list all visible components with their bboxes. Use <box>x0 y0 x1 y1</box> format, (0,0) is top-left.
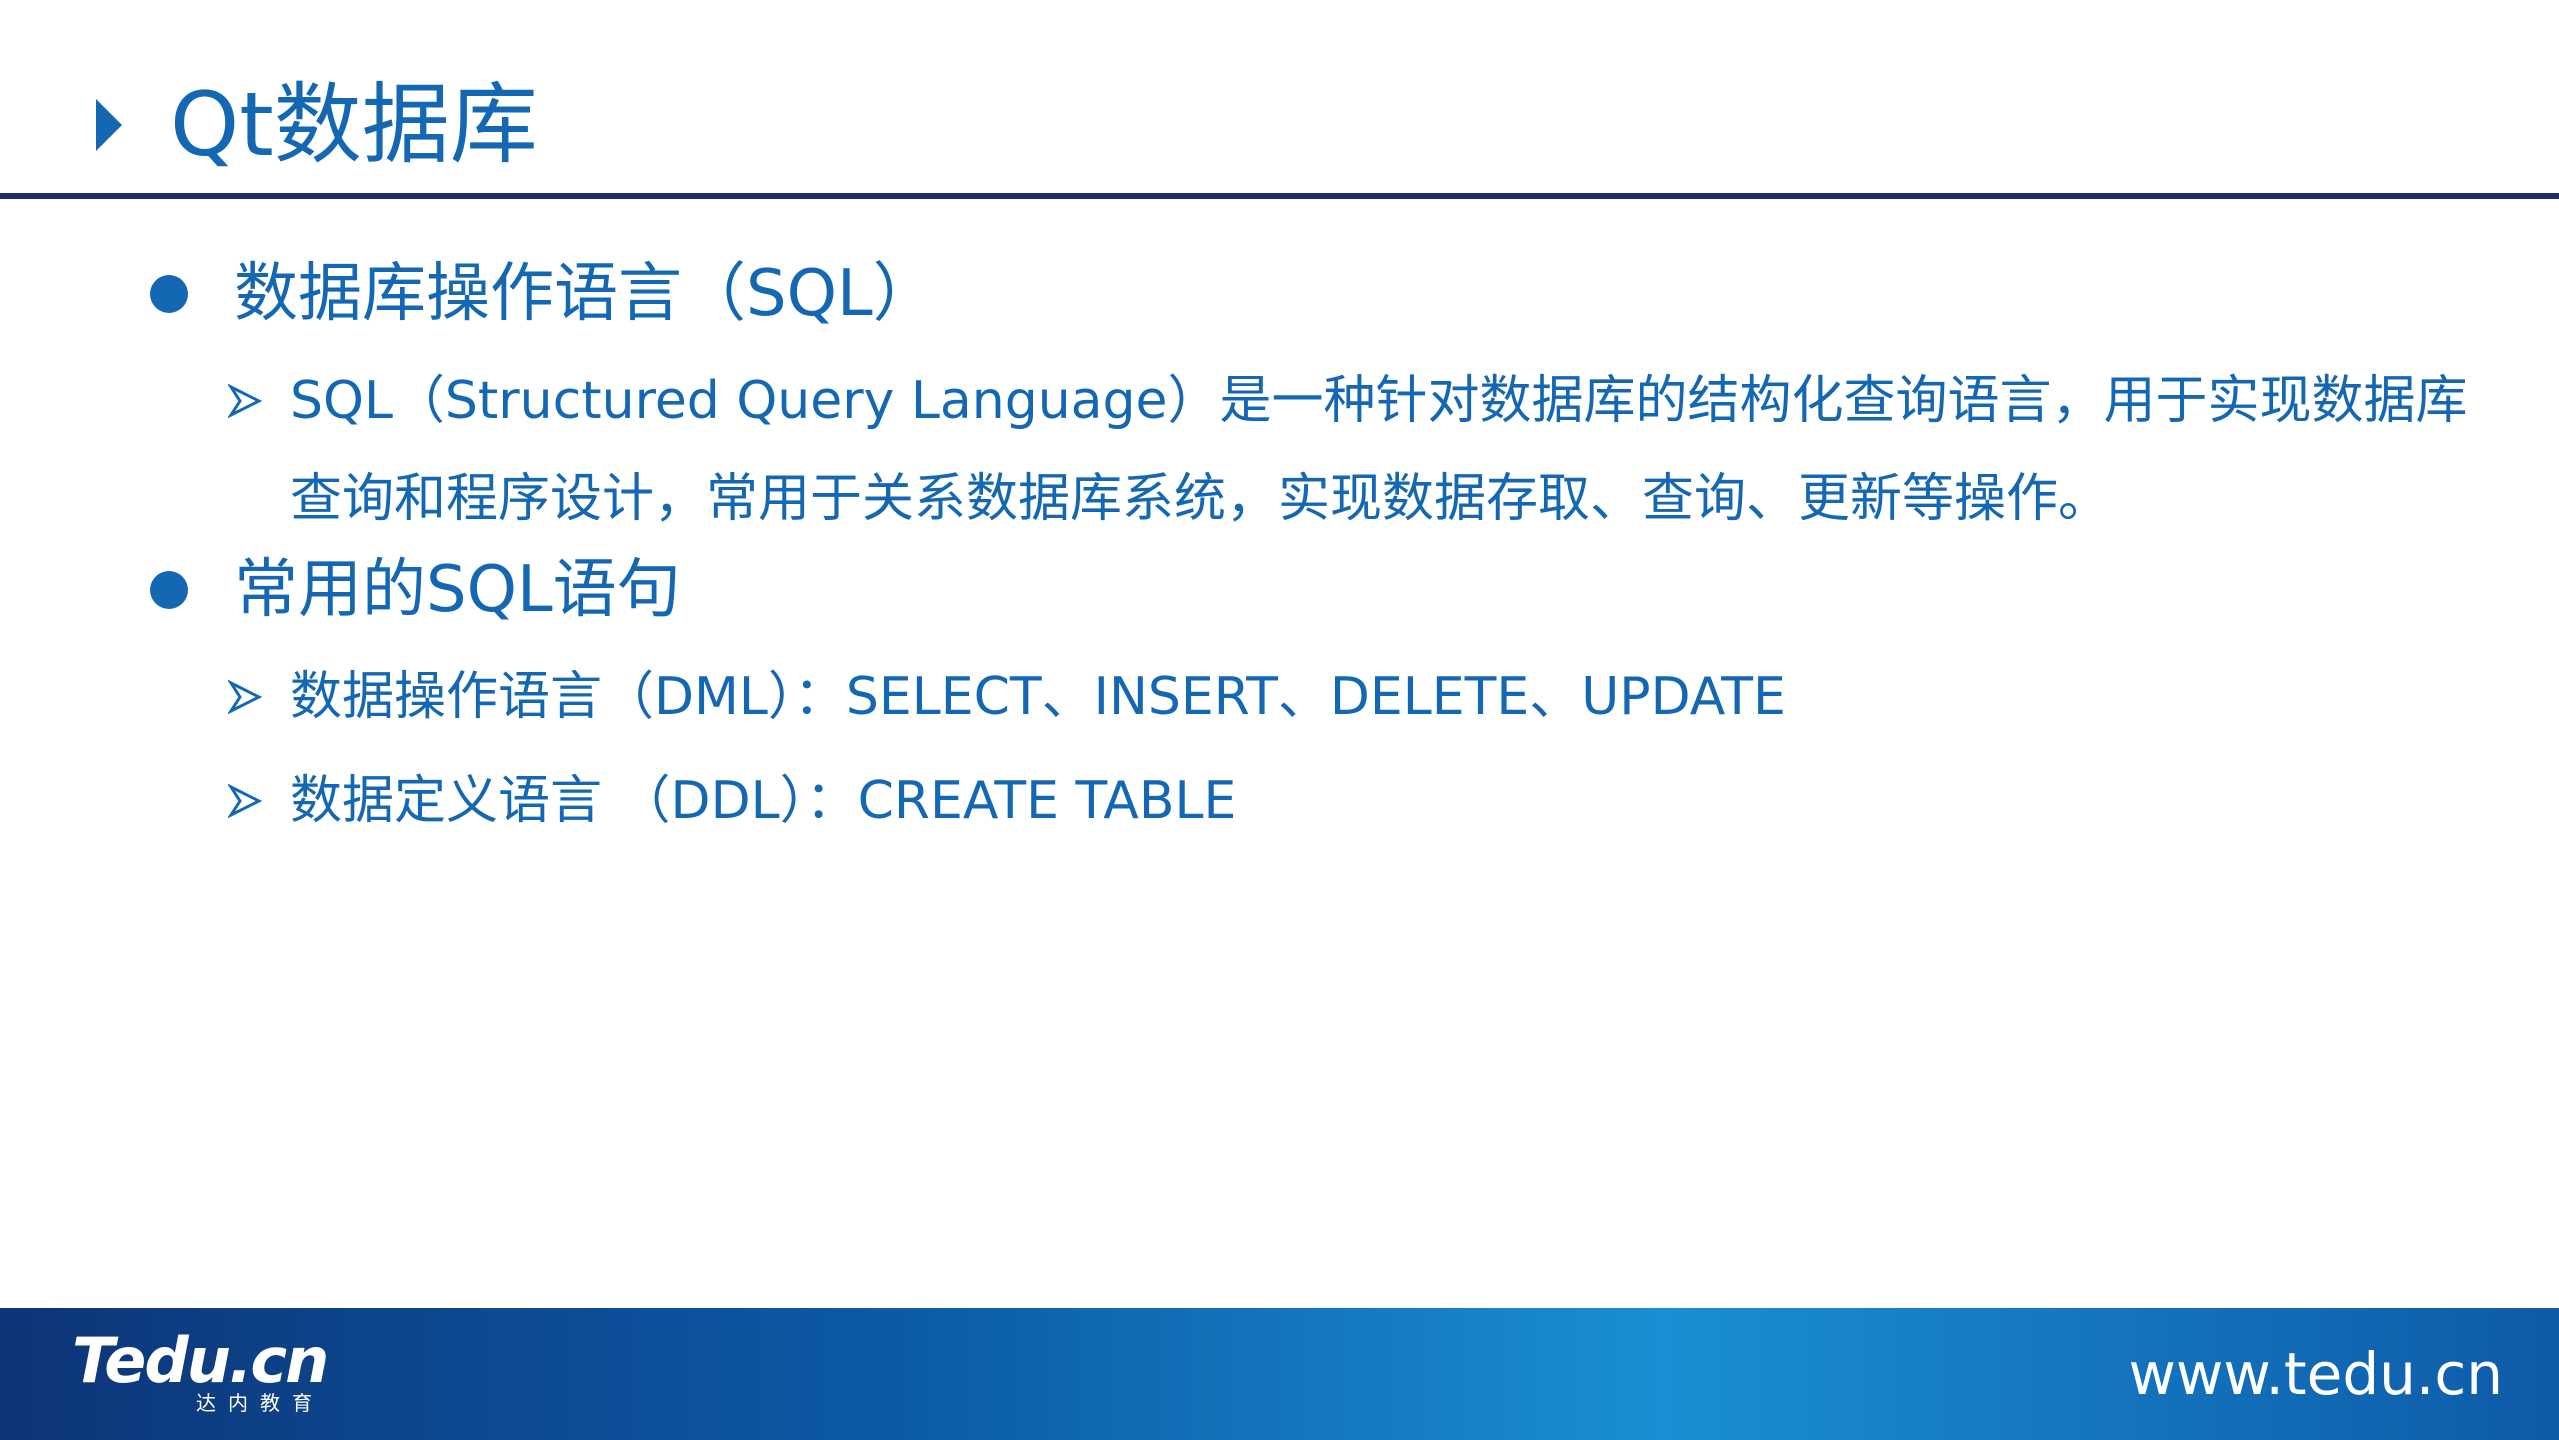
logo-subtitle: 达内教育 <box>196 1391 324 1415</box>
filled-circle-icon <box>150 275 188 313</box>
list-item-sql-definition: SQL（Structured Query Language）是一种针对数据库的结… <box>228 352 2498 548</box>
footer-url: www.tedu.cn <box>2128 1340 2503 1408</box>
logo-brand: Tedu.cn <box>72 1324 329 1397</box>
section-heading-text: 数据库操作语言（SQL） <box>234 257 937 331</box>
section-heading-text: 常用的SQL语句 <box>234 553 681 627</box>
list-item-text: SQL（Structured Query Language）是一种针对数据库的结… <box>290 371 2468 529</box>
list-item-ddl: 数据定义语言 （DDL）：CREATE TABLE <box>228 752 2498 850</box>
footer-bar: Tedu.cn 达内教育 www.tedu.cn <box>0 1308 2559 1440</box>
list-item-text: 数据操作语言（DML）：SELECT、INSERT、DELETE、UPDATE <box>290 667 1786 727</box>
arrow-bullet-icon <box>228 648 290 746</box>
section-heading-common-sql: 常用的SQL语句 <box>150 558 681 622</box>
tedu-logo: Tedu.cn 达内教育 <box>72 1324 329 1415</box>
slide: Qt数据库 数据库操作语言（SQL） SQL（Structured Query … <box>0 0 2559 1440</box>
arrow-bullet-icon <box>228 752 290 850</box>
arrow-bullet-icon <box>228 352 290 450</box>
list-item-text: 数据定义语言 （DDL）：CREATE TABLE <box>290 771 1237 831</box>
section-heading-sql: 数据库操作语言（SQL） <box>150 262 937 326</box>
list-item-dml: 数据操作语言（DML）：SELECT、INSERT、DELETE、UPDATE <box>228 648 2498 746</box>
filled-circle-icon <box>150 571 188 609</box>
slide-content: 数据库操作语言（SQL） SQL（Structured Query Langua… <box>0 0 2559 1300</box>
